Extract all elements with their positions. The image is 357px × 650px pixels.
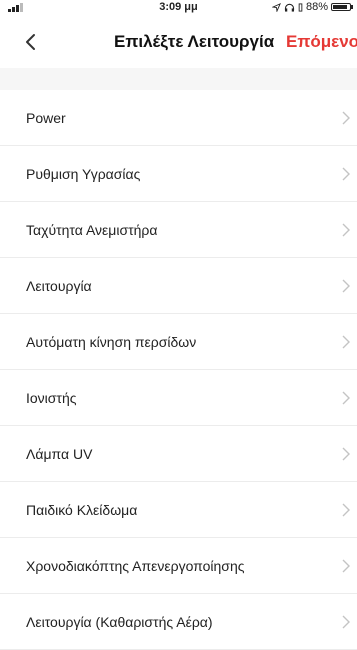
chevron-right-icon bbox=[342, 503, 350, 517]
list-item[interactable]: Ιονιστής bbox=[0, 370, 357, 426]
chevron-right-icon bbox=[342, 335, 350, 349]
list-item[interactable]: Χρονοδιακόπτης Απενεργοποίησης bbox=[0, 538, 357, 594]
location-icon bbox=[271, 2, 281, 12]
status-right: 88% bbox=[271, 0, 353, 14]
back-button[interactable] bbox=[20, 30, 44, 54]
list-item-label: Αυτόματη κίνηση περσίδων bbox=[26, 334, 197, 350]
list-item[interactable]: Λειτουργία (Καθαριστής Αέρα) bbox=[0, 594, 357, 650]
list-item-label: Λειτουργία bbox=[26, 278, 92, 294]
list-item-label: Χρονοδιακόπτης Απενεργοποίησης bbox=[26, 558, 245, 574]
list-item-label: Power bbox=[26, 110, 66, 126]
list-item-label: Λάμπα UV bbox=[26, 446, 93, 462]
page-title: Επιλέξτε Λειτουργία bbox=[114, 32, 275, 51]
function-list: Power Ρυθμιση Υγρασίας Ταχύτητα Ανεμιστή… bbox=[0, 90, 357, 650]
list-item[interactable]: Power bbox=[0, 90, 357, 146]
chevron-right-icon bbox=[342, 447, 350, 461]
list-item[interactable]: Λειτουργία bbox=[0, 258, 357, 314]
battery-percent: 88% bbox=[305, 1, 328, 13]
battery-fill bbox=[333, 5, 348, 9]
battery-icon bbox=[331, 3, 353, 11]
list-item-label: Ιονιστής bbox=[26, 390, 77, 406]
chevron-right-icon bbox=[342, 279, 350, 293]
chevron-right-icon bbox=[342, 167, 350, 181]
list-item[interactable]: Λάμπα UV bbox=[0, 426, 357, 482]
headphones-icon bbox=[284, 3, 295, 12]
section-gap bbox=[0, 68, 357, 90]
chevron-right-icon bbox=[342, 391, 350, 405]
chevron-right-icon bbox=[342, 223, 350, 237]
chevron-right-icon bbox=[342, 615, 350, 629]
chevron-right-icon bbox=[342, 559, 350, 573]
list-item[interactable]: Παιδικό Κλείδωμα bbox=[0, 482, 357, 538]
list-item-label: Ρυθμιση Υγρασίας bbox=[26, 166, 141, 182]
list-item[interactable]: Αυτόματη κίνηση περσίδων bbox=[0, 314, 357, 370]
alarm-icon bbox=[298, 2, 303, 12]
list-item-label: Λειτουργία (Καθαριστής Αέρα) bbox=[26, 614, 213, 630]
list-item-label: Ταχύτητα Ανεμιστήρα bbox=[26, 222, 158, 238]
next-button[interactable]: Επόμενο bbox=[286, 32, 357, 52]
list-item[interactable]: Ρυθμιση Υγρασίας bbox=[0, 146, 357, 202]
chevron-right-icon bbox=[342, 111, 350, 125]
list-item[interactable]: Ταχύτητα Ανεμιστήρα bbox=[0, 202, 357, 258]
status-bar: 3:09 μμ 88% bbox=[0, 0, 357, 14]
chevron-left-icon bbox=[26, 34, 35, 50]
navigation-bar: Επιλέξτε Λειτουργία Επόμενο bbox=[0, 18, 357, 68]
list-item-label: Παιδικό Κλείδωμα bbox=[26, 502, 138, 518]
